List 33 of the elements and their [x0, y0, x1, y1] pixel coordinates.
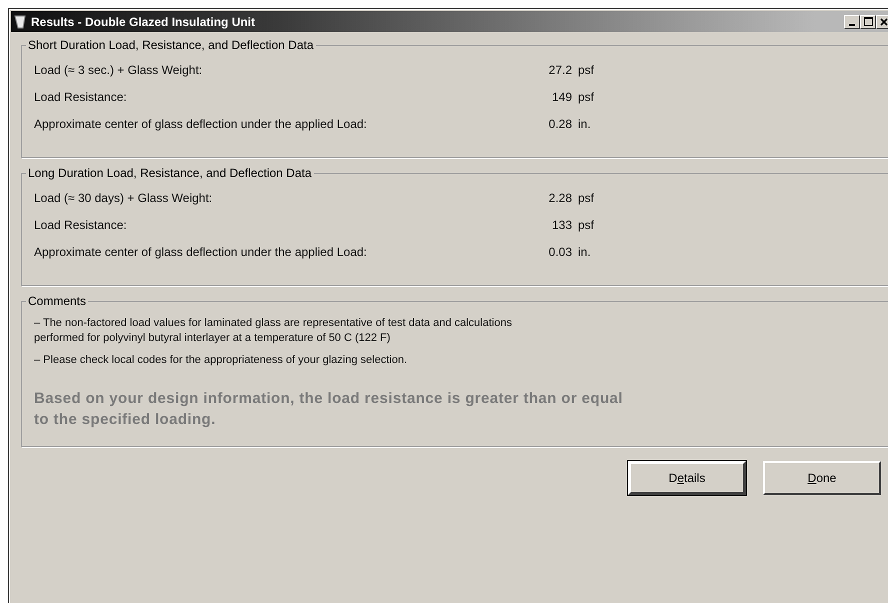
maximize-icon	[864, 17, 872, 26]
unit-label: psf	[578, 90, 594, 104]
data-label: Load Resistance:	[34, 90, 128, 104]
data-value: 27.2	[548, 62, 572, 76]
comment-note: – The non-factored load values for laminated glass are representative of test data and calculations performed for polyvinyl butyral interlayer at a temperature of 50 C (122 F)	[34, 316, 513, 346]
data-value: 133	[550, 218, 572, 232]
data-label: Approximate center of glass deflection under the applied Load:	[34, 244, 368, 258]
unit-label: in.	[578, 116, 591, 130]
data-value: 0.28	[548, 116, 572, 130]
conclusion-message: Based on your design information, the load resistance is greater than or equal to the specified loading.	[34, 389, 624, 430]
data-label: Load Resistance:	[34, 218, 128, 232]
unit-label: psf	[578, 190, 594, 204]
data-value: 149	[550, 90, 572, 104]
group-title: Comments	[27, 294, 88, 308]
group-title: Short Duration Load, Resistance, and Deflection Data	[27, 38, 314, 52]
close-icon	[880, 18, 888, 26]
data-value: 2.28	[548, 190, 572, 204]
minimize-button[interactable]	[844, 14, 860, 28]
data-value: 0.03	[548, 244, 572, 258]
data-label: Approximate center of glass deflection under the applied Load:	[34, 116, 368, 130]
comment-note: – Please check local codes for the appropriateness of your glazing selection.	[34, 353, 408, 368]
window-title: Results - Double Glazed Insulating Unit	[31, 14, 256, 28]
unit-label: psf	[578, 218, 594, 232]
data-label: Load (≈ 30 days) + Glass Weight:	[34, 190, 214, 204]
done-button[interactable]: Done	[763, 461, 881, 495]
details-button[interactable]: Details	[628, 461, 746, 495]
close-button[interactable]	[876, 14, 888, 28]
data-label: Load (≈ 3 sec.) + Glass Weight:	[34, 62, 204, 76]
minimize-icon	[849, 24, 855, 26]
unit-label: psf	[578, 62, 594, 76]
group-title: Long Duration Load, Resistance, and Deflection Data	[27, 166, 313, 180]
maximize-button[interactable]	[860, 14, 876, 28]
unit-label: in.	[578, 244, 591, 258]
